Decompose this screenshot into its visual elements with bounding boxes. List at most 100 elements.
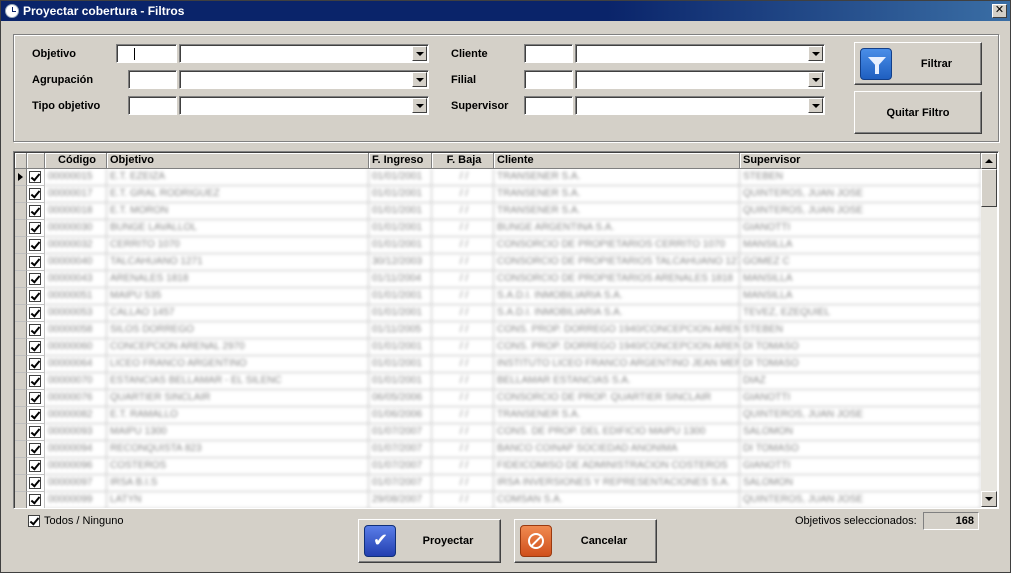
- row-checkbox[interactable]: [27, 186, 45, 203]
- table-row[interactable]: 00000053 CALLAO 1457 01/01/2001/ / S.A.D.I.…: [15, 305, 981, 322]
- scroll-up-button[interactable]: [981, 153, 997, 169]
- row-checkbox[interactable]: [27, 203, 45, 220]
- cancelar-button[interactable]: Cancelar: [514, 519, 657, 563]
- quitar-filtro-button-label: Quitar Filtro: [886, 106, 950, 119]
- supervisor-combo[interactable]: [575, 96, 825, 115]
- row-checkbox[interactable]: [27, 475, 45, 492]
- header-f-ingreso[interactable]: F. Ingreso: [369, 153, 432, 169]
- supervisor-code-input[interactable]: [524, 96, 573, 115]
- chevron-down-icon[interactable]: [808, 98, 823, 113]
- scroll-down-button[interactable]: [981, 491, 997, 507]
- checkbox-checked-icon[interactable]: [29, 426, 41, 438]
- row-checkbox[interactable]: [27, 441, 45, 458]
- table-row[interactable]: 00000032 CERRITO 1070 01/01/2001/ / CONSORC…: [15, 237, 981, 254]
- table-row[interactable]: 00000030 BUNGE LAVALLOL 01/01/2001/ / BUNGE…: [15, 220, 981, 237]
- tipo-objetivo-combo[interactable]: [179, 96, 429, 115]
- table-row[interactable]: 00000040 TALCAHUANO 1271 30/12/2003/ / CONS…: [15, 254, 981, 271]
- row-checkbox[interactable]: [27, 390, 45, 407]
- table-row[interactable]: 00000060 CONCEPCION ARENAL 2970 01/01/2001…: [15, 339, 981, 356]
- checkbox-checked-icon[interactable]: [29, 290, 41, 302]
- checkbox-checked-icon[interactable]: [29, 171, 41, 183]
- table-row[interactable]: 00000076 QUARTIER SINCLAIR 06/05/2006/ / CO…: [15, 390, 981, 407]
- header-check[interactable]: [27, 153, 45, 169]
- row-checkbox[interactable]: [27, 356, 45, 373]
- row-checkbox[interactable]: [27, 424, 45, 441]
- table-row[interactable]: 00000058 SILOS DORREGO 01/11/2005/ / CONS. …: [15, 322, 981, 339]
- tipo-objetivo-code-input[interactable]: [128, 96, 177, 115]
- row-checkbox[interactable]: [27, 458, 45, 475]
- header-cliente[interactable]: Cliente: [494, 153, 740, 169]
- cell-objetivo: BUNGE LAVALLOL: [107, 220, 369, 237]
- table-row[interactable]: 00000097 IRSA B.I.S 01/07/2007/ / IRSA INVE…: [15, 475, 981, 492]
- agrupacion-combo[interactable]: [179, 70, 429, 89]
- row-checkbox[interactable]: [27, 220, 45, 237]
- row-checkbox[interactable]: [27, 254, 45, 271]
- table-row[interactable]: 00000094 RECONQUISTA 823 01/07/2007/ / BANC…: [15, 441, 981, 458]
- checkbox-checked-icon[interactable]: [29, 460, 41, 472]
- objetivo-combo[interactable]: [179, 44, 429, 63]
- quitar-filtro-button[interactable]: Quitar Filtro: [854, 91, 982, 134]
- table-row[interactable]: 00000082 E.T. RAMALLO 01/06/2006/ / TRANSEN…: [15, 407, 981, 424]
- table-row[interactable]: 00000099 LATYN 29/08/2007/ / COMSAN S.A. QUI…: [15, 492, 981, 508]
- header-supervisor[interactable]: Supervisor: [740, 153, 981, 169]
- table-row[interactable]: 00000017 E.T. GRAL RODRIGUEZ 01/01/2001/ /…: [15, 186, 981, 203]
- checkbox-checked-icon[interactable]: [29, 222, 41, 234]
- checkbox-checked-icon[interactable]: [29, 256, 41, 268]
- cliente-combo[interactable]: [575, 44, 825, 63]
- checkbox-checked-icon[interactable]: [29, 494, 41, 506]
- objetivo-code-input[interactable]: [116, 44, 177, 63]
- row-checkbox[interactable]: [27, 339, 45, 356]
- row-checkbox[interactable]: [27, 169, 45, 186]
- checkbox-checked-icon[interactable]: [29, 324, 41, 336]
- checkbox-checked-icon[interactable]: [29, 239, 41, 251]
- filtrar-button[interactable]: Filtrar: [854, 42, 982, 85]
- header-codigo[interactable]: Código: [45, 153, 107, 169]
- checkbox-checked-icon[interactable]: [29, 409, 41, 421]
- row-checkbox[interactable]: [27, 237, 45, 254]
- table-row[interactable]: 00000070 ESTANCIAS BELLAMAR - EL SILENC 01…: [15, 373, 981, 390]
- todos-ninguno-checkbox[interactable]: Todos / Ninguno: [28, 515, 124, 527]
- scroll-thumb[interactable]: [981, 169, 997, 207]
- filial-combo[interactable]: [575, 70, 825, 89]
- vertical-scrollbar[interactable]: [981, 153, 997, 507]
- header-objetivo[interactable]: Objetivo: [107, 153, 369, 169]
- table-row[interactable]: 00000064 LICEO FRANCO ARGENTINO 01/01/2001…: [15, 356, 981, 373]
- checkbox-checked-icon[interactable]: [29, 392, 41, 404]
- filial-code-input[interactable]: [524, 70, 573, 89]
- row-checkbox[interactable]: [27, 271, 45, 288]
- chevron-down-icon[interactable]: [808, 72, 823, 87]
- checkbox-checked-icon[interactable]: [29, 188, 41, 200]
- checkbox-checked-icon[interactable]: [29, 307, 41, 319]
- chevron-down-icon[interactable]: [808, 46, 823, 61]
- header-f-baja[interactable]: F. Baja: [432, 153, 494, 169]
- table-row[interactable]: 00000018 E.T. MORON 01/01/2001/ / TRANSENER…: [15, 203, 981, 220]
- chevron-down-icon[interactable]: [412, 46, 427, 61]
- cliente-code-input[interactable]: [524, 44, 573, 63]
- table-row[interactable]: 00000096 COSTEROS 01/07/2007/ / FIDEICOMISO…: [15, 458, 981, 475]
- checkbox-checked-icon[interactable]: [29, 358, 41, 370]
- chevron-down-icon[interactable]: [412, 72, 427, 87]
- table-row[interactable]: 00000093 MAIPU 1300 01/07/2007/ / CONS. DE …: [15, 424, 981, 441]
- objetivos-grid: Código Objetivo F. Ingreso F. Baja Clien…: [13, 151, 999, 509]
- row-checkbox[interactable]: [27, 288, 45, 305]
- checkbox-checked-icon[interactable]: [28, 515, 40, 527]
- table-row[interactable]: 00000015 E.T. EZEIZA 01/01/2001/ / TRANSENE…: [15, 169, 981, 186]
- checkbox-checked-icon[interactable]: [29, 375, 41, 387]
- row-checkbox[interactable]: [27, 305, 45, 322]
- proyectar-button[interactable]: Proyectar: [358, 519, 501, 563]
- checkbox-checked-icon[interactable]: [29, 205, 41, 217]
- agrupacion-code-input[interactable]: [128, 70, 177, 89]
- row-checkbox[interactable]: [27, 492, 45, 508]
- row-checkbox[interactable]: [27, 322, 45, 339]
- checkbox-checked-icon[interactable]: [29, 273, 41, 285]
- row-checkbox[interactable]: [27, 373, 45, 390]
- chevron-down-icon[interactable]: [412, 98, 427, 113]
- checkbox-checked-icon[interactable]: [29, 341, 41, 353]
- table-row[interactable]: 00000043 ARENALES 1818 01/11/2004/ / CONSOR…: [15, 271, 981, 288]
- close-button[interactable]: ✕: [992, 4, 1007, 18]
- checkbox-checked-icon[interactable]: [29, 443, 41, 455]
- checkbox-checked-icon[interactable]: [29, 477, 41, 489]
- row-checkbox[interactable]: [27, 407, 45, 424]
- objetivo-label: Objetivo: [32, 48, 77, 60]
- table-row[interactable]: 00000051 MAIPU 535 01/01/2001/ / S.A.D.I. I…: [15, 288, 981, 305]
